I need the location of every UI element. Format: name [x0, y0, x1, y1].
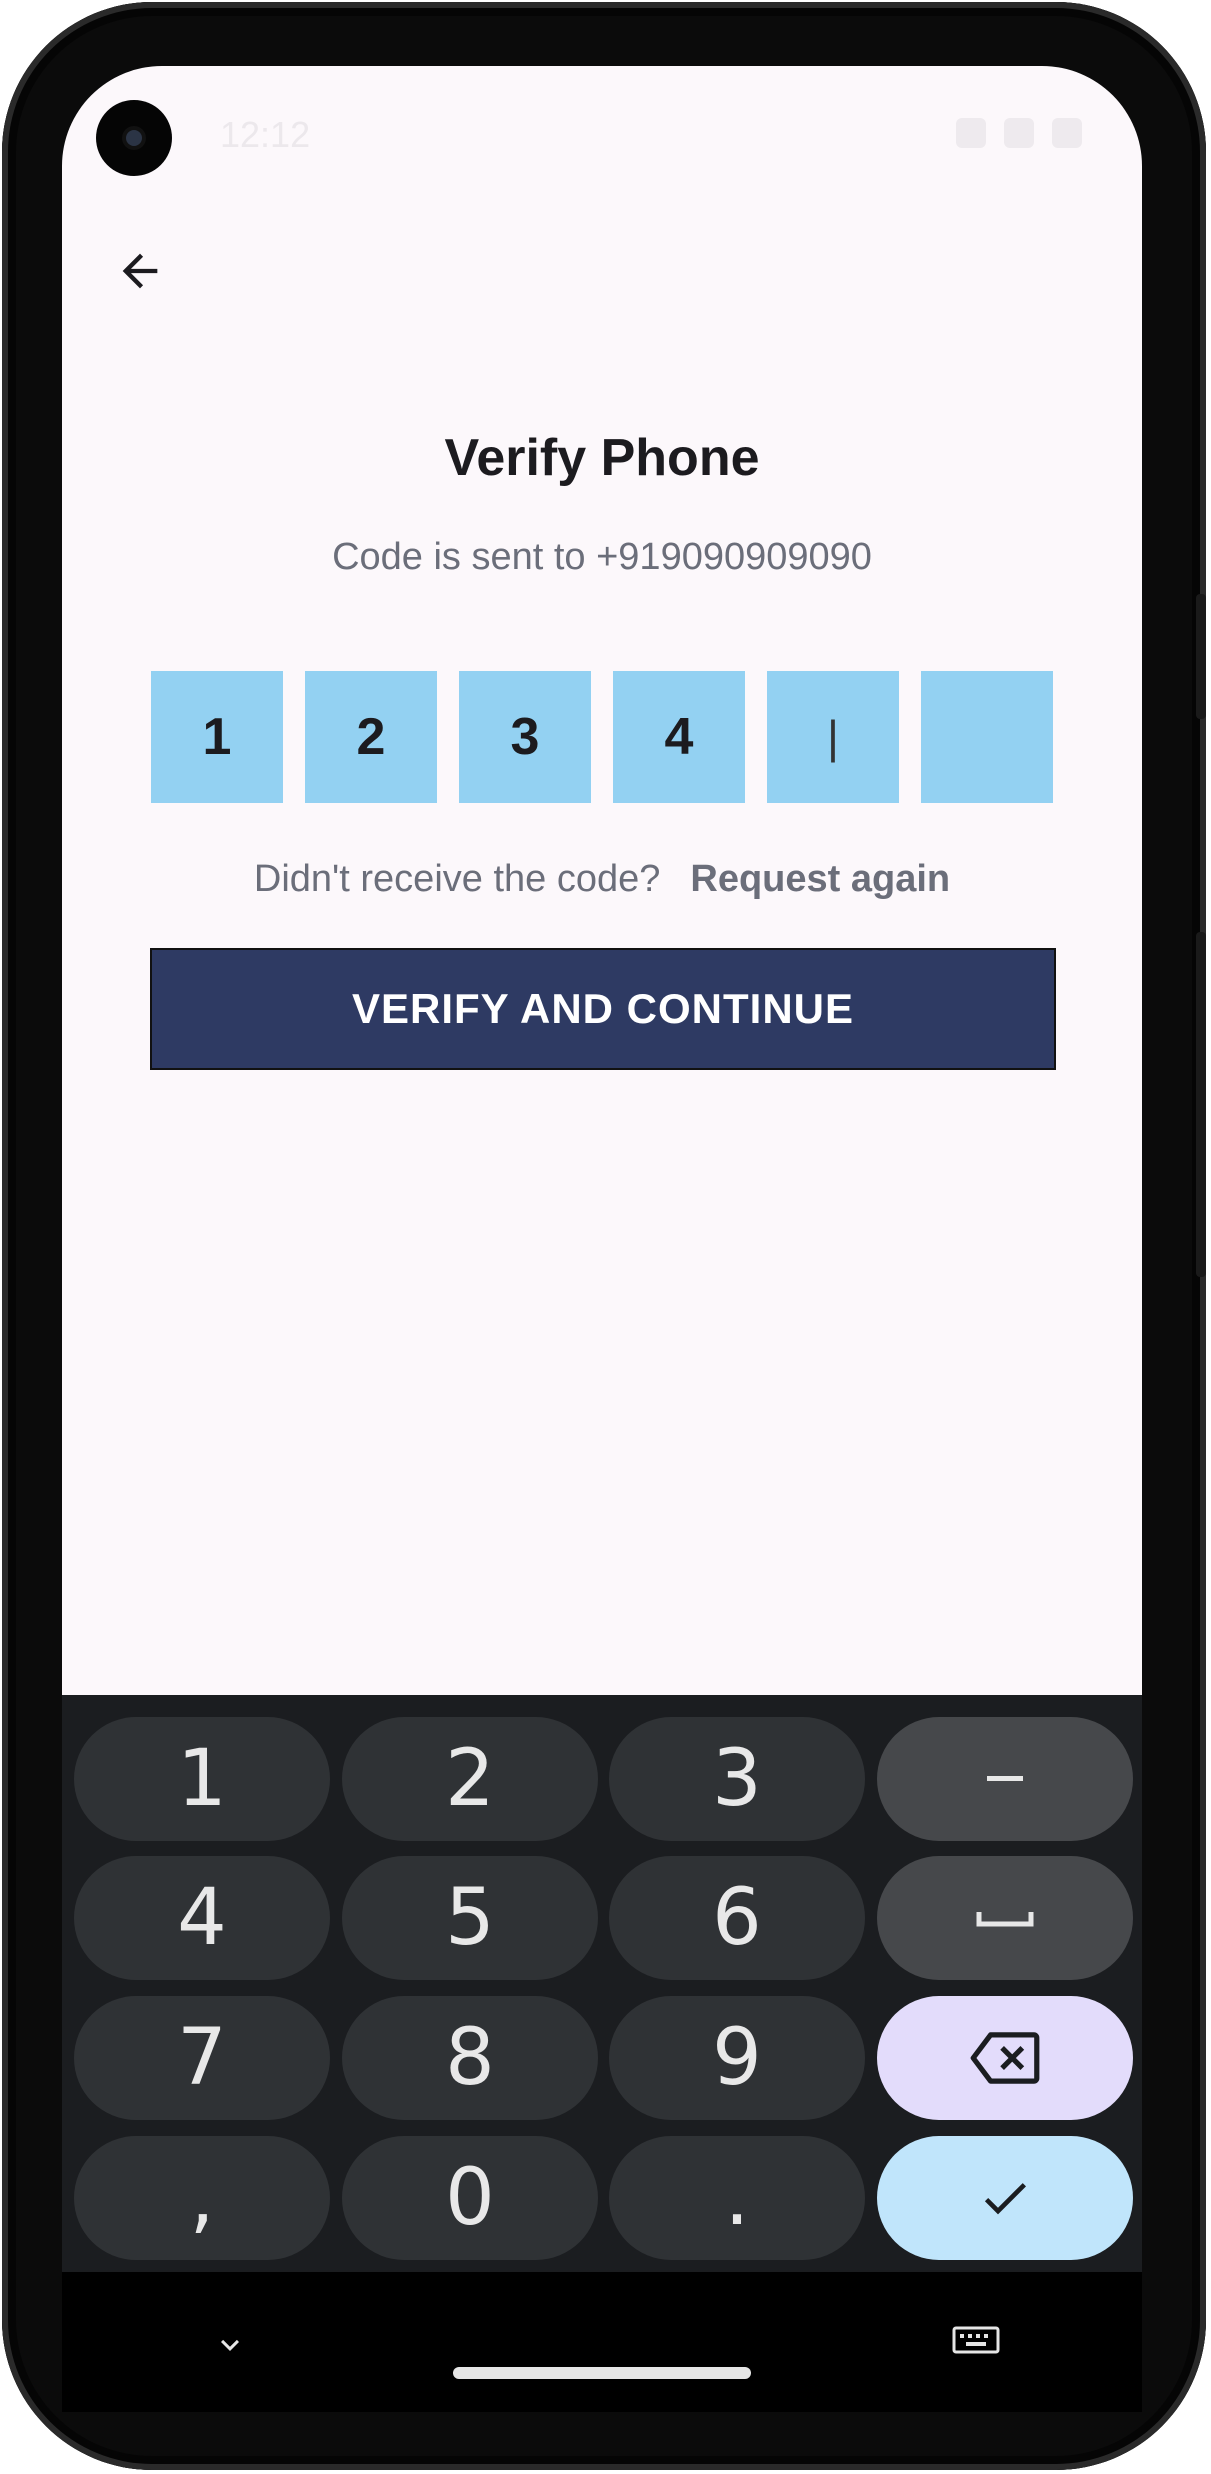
text-cursor: |	[827, 711, 839, 763]
power-button	[1196, 594, 1206, 719]
numeric-keyboard: 1 2 3 4 5 6 7 8 9 , 0 .	[62, 1695, 1142, 2272]
otp-digit-5[interactable]: |	[767, 671, 899, 803]
arrow-left-icon	[122, 253, 158, 289]
minus-icon	[987, 1776, 1023, 1781]
home-gesture-bar[interactable]	[453, 2367, 751, 2379]
key-space[interactable]	[877, 1856, 1133, 1980]
check-icon	[984, 2183, 1026, 2215]
otp-digit-2[interactable]: 2	[305, 671, 437, 803]
otp-digit-4[interactable]: 4	[613, 671, 745, 803]
key-period[interactable]: .	[609, 2136, 865, 2260]
otp-digit-3[interactable]: 3	[459, 671, 591, 803]
keyboard-icon[interactable]	[952, 2322, 1000, 2362]
page-title: Verify Phone	[444, 429, 760, 487]
key-backspace[interactable]	[877, 1996, 1133, 2120]
page-subtitle: Code is sent to +919090909090	[332, 536, 872, 578]
request-again-link[interactable]: Request again	[690, 858, 950, 900]
signal-icon	[1004, 118, 1034, 148]
key-0[interactable]: 0	[342, 2136, 598, 2260]
key-9[interactable]: 9	[609, 1996, 865, 2120]
space-bar-icon	[976, 1912, 1034, 1927]
chevron-down-icon[interactable]	[212, 2327, 248, 2363]
wifi-icon	[956, 118, 986, 148]
key-5[interactable]: 5	[342, 1856, 598, 1980]
otp-digit-6[interactable]	[921, 671, 1053, 803]
otp-digit-1[interactable]: 1	[151, 671, 283, 803]
volume-button	[1196, 932, 1206, 1277]
status-time: 12:12	[220, 114, 311, 155]
status-icons	[956, 118, 1082, 148]
key-8[interactable]: 8	[342, 1996, 598, 2120]
key-comma[interactable]: ,	[74, 2136, 330, 2260]
back-button[interactable]	[100, 231, 180, 311]
key-6[interactable]: 6	[609, 1856, 865, 1980]
key-minus[interactable]	[877, 1717, 1133, 1841]
verify-and-continue-button[interactable]: VERIFY AND CONTINUE	[150, 948, 1056, 1070]
key-7[interactable]: 7	[74, 1996, 330, 2120]
key-done[interactable]	[877, 2136, 1133, 2260]
key-2[interactable]: 2	[342, 1717, 598, 1841]
otp-input-group: 1 2 3 4 |	[151, 671, 1053, 803]
key-3[interactable]: 3	[609, 1717, 865, 1841]
navigation-bar	[62, 2272, 1142, 2412]
front-camera	[96, 100, 172, 176]
key-4[interactable]: 4	[74, 1856, 330, 1980]
key-1[interactable]: 1	[74, 1717, 330, 1841]
screen: 12:12 Verify Phone Code is sent to +9190…	[62, 66, 1142, 2272]
resend-prompt: Didn't receive the code?	[253, 858, 661, 900]
phone-frame: 12:12 Verify Phone Code is sent to +9190…	[2, 2, 1206, 2470]
resend-row: Didn't receive the code? Request again	[62, 858, 1142, 901]
backspace-icon	[970, 2032, 1040, 2084]
battery-icon	[1052, 118, 1082, 148]
